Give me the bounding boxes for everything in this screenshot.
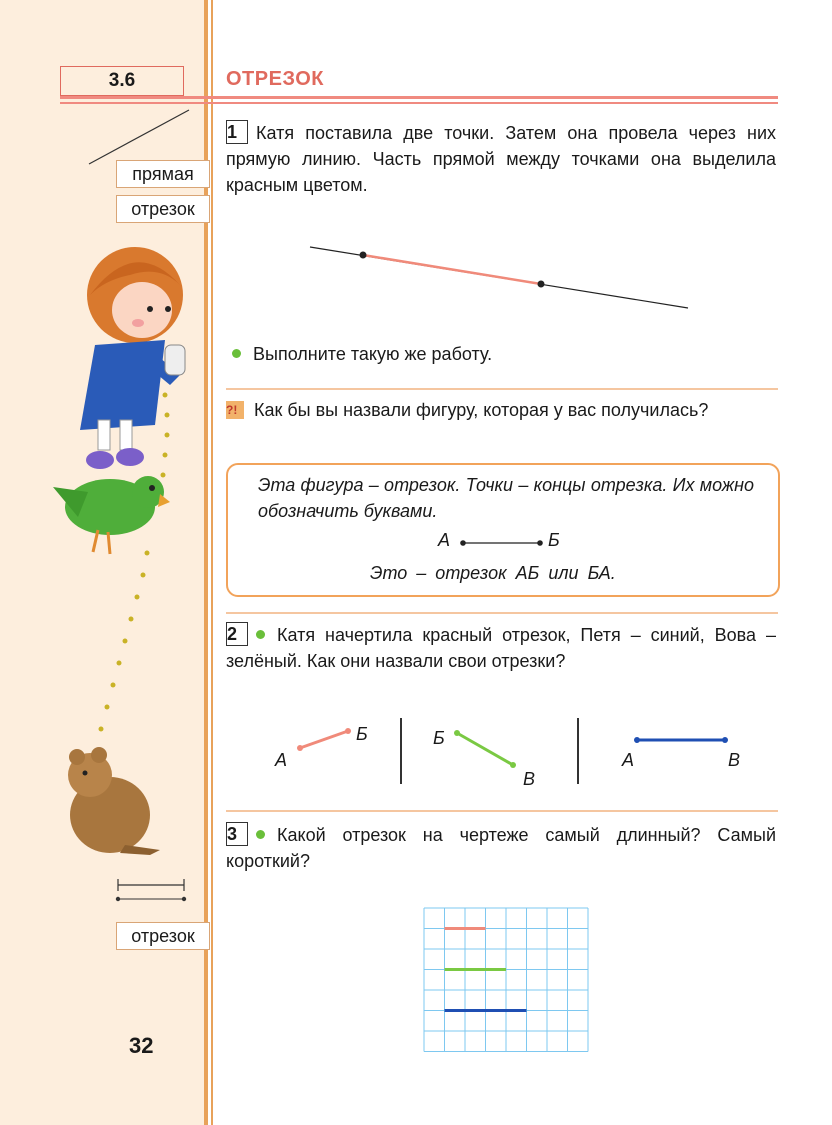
hamster-illustration <box>68 747 160 855</box>
segment-blue-end-label: В <box>728 750 741 770</box>
task1-number: 1 <box>226 120 248 144</box>
bullet-icon <box>256 630 265 639</box>
header-rule-thin <box>60 102 778 104</box>
margin-term-line: прямая <box>116 160 210 188</box>
dotted-trail <box>98 392 170 732</box>
rule-label-a: А <box>438 530 451 550</box>
separator <box>226 810 778 812</box>
task3-text: Какой отрезок на чертеже самый длинный? … <box>226 825 776 871</box>
section-number: 3.6 <box>60 66 184 96</box>
segment-green-start-label: Б <box>433 728 445 748</box>
task2-paragraph: 2 Катя начертила красный отрезок, Петя – … <box>226 622 776 674</box>
page-number: 32 <box>129 1033 154 1058</box>
task3-paragraph: 3 Какой отрезок на чертеже самый длинный?… <box>226 822 776 874</box>
rule-name1: АБ <box>515 563 540 583</box>
task1-instruction-row: Выполните такую же работу. <box>232 341 772 367</box>
separator <box>226 388 778 390</box>
segment-blue-figure <box>634 737 728 743</box>
rule-segment-figure <box>460 540 543 546</box>
rule-line-prefix: Это – отрезок <box>370 563 507 583</box>
separator <box>226 612 778 614</box>
rule-naming-line: Это – отрезок АБ или БА. <box>370 563 616 584</box>
question-text: Как бы вы назвали фигуру, которая у вас … <box>254 400 709 420</box>
rule-label-b: Б <box>548 530 560 550</box>
task2-text: Катя начертила красный отрезок, Петя – с… <box>226 625 776 671</box>
task1-text: Катя поставила две точки. Затем она пров… <box>226 123 776 195</box>
task1-line-figure <box>309 246 689 309</box>
margin-rule-thin <box>211 0 213 1125</box>
segment-blue-start-label: А <box>622 750 635 770</box>
margin-term-segment-bottom: отрезок <box>116 922 210 950</box>
task1-paragraph: 1 Катя поставила две точки. Затем она про… <box>226 120 776 198</box>
divider <box>577 718 579 784</box>
task2-number: 2 <box>226 622 248 646</box>
task3-number: 3 <box>226 822 248 846</box>
margin-term-segment: отрезок <box>116 195 210 223</box>
rule-or: или <box>548 563 579 583</box>
grid-figure <box>423 907 589 1052</box>
header-rule <box>60 96 778 99</box>
line-glyph-icon <box>88 109 190 165</box>
segment-red-figure <box>297 728 351 751</box>
segment-red-end-label: Б <box>356 724 368 744</box>
rule-name2: БА. <box>587 563 616 583</box>
divider <box>400 718 402 784</box>
segment-green-end-label: В <box>523 769 536 789</box>
page-title: ОТРЕЗОК <box>226 68 324 90</box>
rule-text: Эта фигура – отрезок. Точки – концы отре… <box>258 475 754 521</box>
segment-glyph-icon <box>115 879 187 902</box>
bullet-icon <box>256 830 265 839</box>
task1-instruction: Выполните такую же работу. <box>253 344 493 364</box>
segment-red-start-label: А <box>275 750 288 770</box>
bullet-icon <box>232 349 241 358</box>
question-paragraph: ?! Как бы вы назвали фигуру, которая у ва… <box>226 397 776 423</box>
question-icon: ?! <box>226 401 244 419</box>
